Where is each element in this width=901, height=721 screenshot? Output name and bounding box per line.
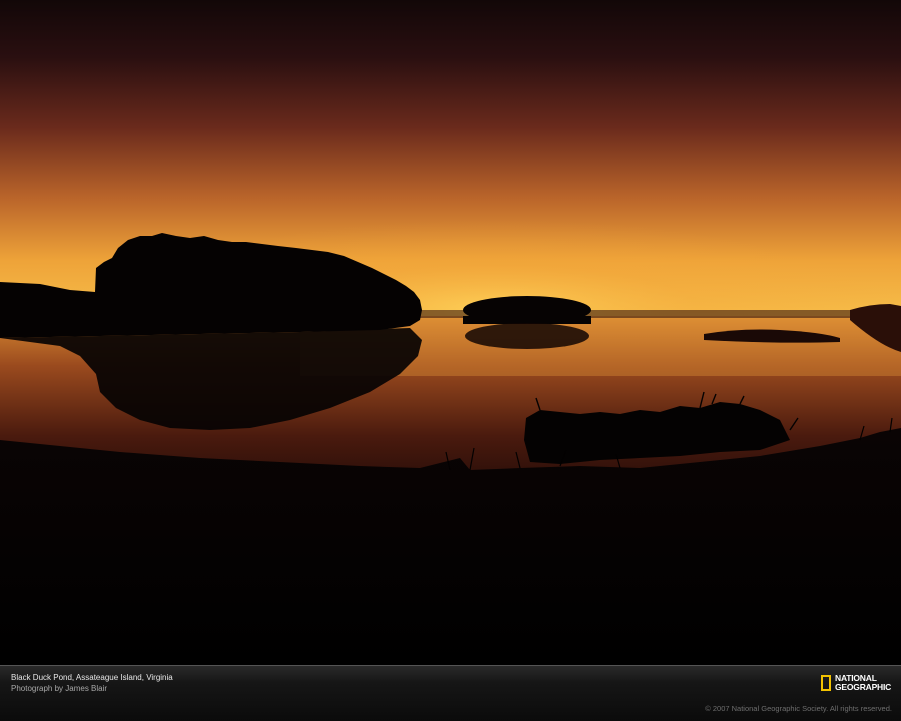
sunset-pond-photo [0, 0, 901, 665]
wallpaper: Black Duck Pond, Assateague Island, Virg… [0, 0, 901, 721]
caption-bar: Black Duck Pond, Assateague Island, Virg… [0, 665, 901, 721]
photo-title: Black Duck Pond, Assateague Island, Virg… [11, 673, 173, 682]
copyright-notice: © 2007 National Geographic Society. All … [705, 704, 892, 713]
national-geographic-logo: NATIONAL GEOGRAPHIC [821, 672, 891, 694]
logo-text: NATIONAL GEOGRAPHIC [835, 673, 892, 692]
photo-credit: Photograph by James Blair [11, 684, 108, 693]
yellow-border-icon [821, 675, 831, 691]
